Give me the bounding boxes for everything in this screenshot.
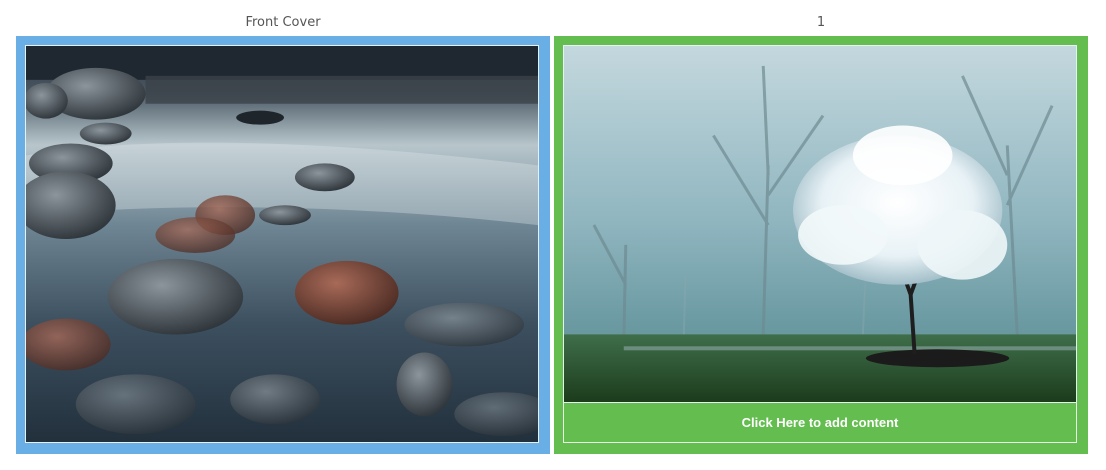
white-tree-fog-photo[interactable] — [563, 45, 1077, 403]
add-content-button[interactable]: Click Here to add content — [563, 403, 1077, 443]
page-1-label: 1 — [816, 15, 826, 30]
page-1-panel[interactable]: Click Here to add content — [554, 36, 1088, 454]
front-cover-label: Front Cover — [245, 15, 321, 30]
river-rocks-photo[interactable] — [25, 45, 539, 443]
front-cover-panel[interactable] — [16, 36, 550, 454]
page-thumbnails: Front Cover 1 Click Here to add content — [0, 0, 1106, 470]
